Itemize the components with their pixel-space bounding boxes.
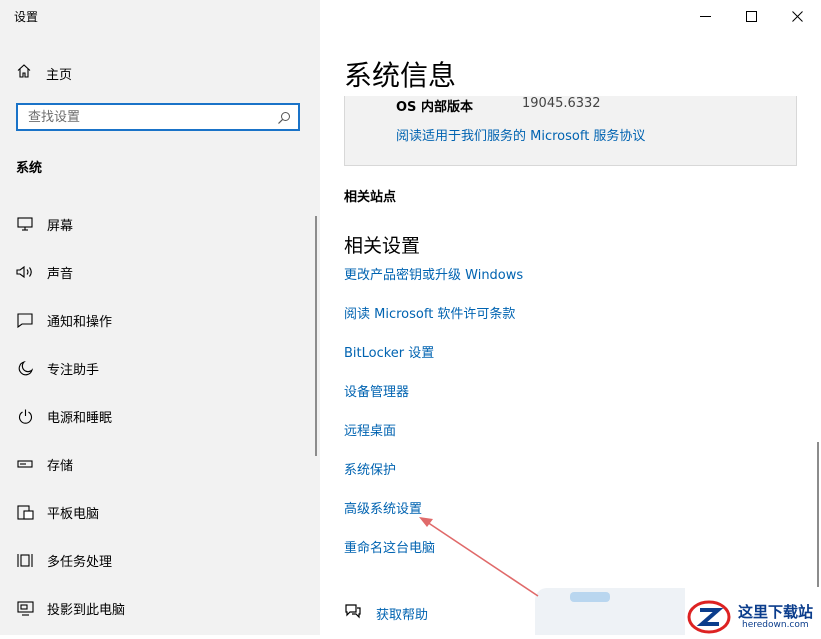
- sidebar-home[interactable]: 主页: [16, 62, 72, 84]
- sidebar-home-label: 主页: [46, 67, 73, 83]
- moon-icon: [16, 359, 34, 377]
- sidebar-item-notifications[interactable]: 通知和操作: [0, 300, 310, 340]
- storage-icon: [16, 455, 34, 473]
- sidebar-item-label: 专注助手: [47, 362, 100, 378]
- sidebar-item-label: 声音: [47, 266, 74, 282]
- sidebar-item-focus-assist[interactable]: 专注助手: [0, 348, 310, 388]
- search-input[interactable]: [18, 105, 268, 129]
- project-icon: [16, 599, 34, 617]
- speaker-icon: [16, 263, 34, 281]
- main-content: 系统信息 OS 内部版本 19045.6332 阅读适用于我们服务的 Micro…: [320, 0, 821, 635]
- watermark-logo-icon: [687, 600, 731, 634]
- sidebar-item-sound[interactable]: 声音: [0, 252, 310, 292]
- annotation-arrow: [419, 517, 539, 597]
- watermark: 这里下载站 heredown.com: [686, 596, 821, 635]
- monitor-icon: [16, 215, 34, 233]
- sidebar-item-storage[interactable]: 存储: [0, 444, 310, 484]
- home-icon: [16, 63, 32, 83]
- notification-icon: [16, 311, 34, 329]
- sidebar-item-power-sleep[interactable]: 电源和睡眠: [0, 396, 310, 436]
- sidebar-item-project[interactable]: 投影到此电脑: [0, 588, 310, 628]
- multitask-icon: [16, 551, 34, 569]
- power-icon: [16, 407, 34, 425]
- sidebar-item-multitasking[interactable]: 多任务处理: [0, 540, 310, 580]
- watermark-name: 这里下载站: [738, 603, 814, 621]
- sidebar-item-display[interactable]: 屏幕: [0, 204, 310, 244]
- watermark-url: heredown.com: [742, 620, 809, 630]
- sidebar-section-title: 系统: [16, 161, 43, 176]
- app-title: 设置: [14, 10, 39, 24]
- sidebar-item-label: 平板电脑: [47, 506, 100, 522]
- sidebar-item-tablet[interactable]: 平板电脑: [0, 492, 310, 532]
- search-icon[interactable]: [277, 110, 291, 129]
- tablet-icon: [16, 503, 34, 521]
- sidebar: 设置 主页 系统 屏幕 声音 通知和操作 专注助手: [0, 0, 320, 635]
- sidebar-item-label: 多任务处理: [47, 554, 113, 570]
- sidebar-item-label: 电源和睡眠: [47, 410, 113, 426]
- search-box: [16, 103, 300, 131]
- sidebar-scrollbar[interactable]: [315, 216, 317, 456]
- sidebar-item-label: 通知和操作: [47, 314, 113, 330]
- sidebar-item-label: 存储: [47, 458, 74, 474]
- sidebar-item-label: 投影到此电脑: [47, 602, 126, 618]
- sidebar-item-label: 屏幕: [47, 218, 74, 234]
